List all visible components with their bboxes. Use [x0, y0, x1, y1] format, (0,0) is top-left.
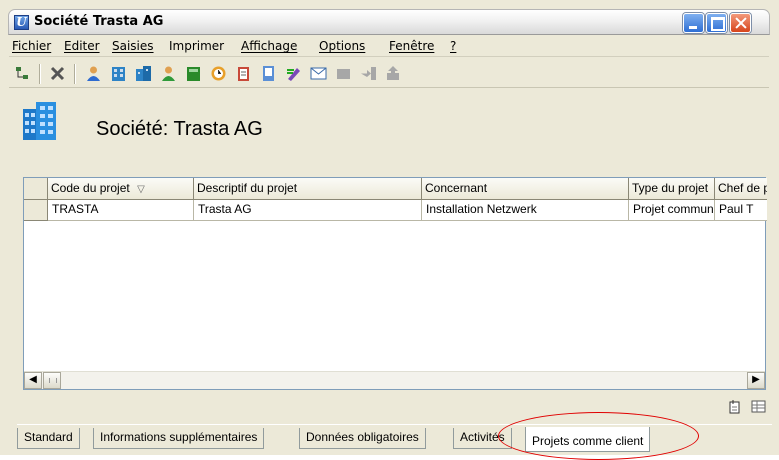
- app-icon[interactable]: U: [14, 15, 29, 30]
- horizontal-scrollbar[interactable]: ◀ ▶: [24, 371, 765, 389]
- column-header-code[interactable]: Code du projet ▽: [48, 178, 194, 200]
- disabled-box-icon[interactable]: [335, 65, 352, 82]
- scroll-left-button[interactable]: ◀: [24, 372, 42, 389]
- menu-affichage[interactable]: Affichage: [241, 39, 297, 53]
- table-cell[interactable]: Paul T: [715, 200, 767, 221]
- row-selector[interactable]: [24, 200, 48, 221]
- title-bar[interactable]: U Société Trasta AG: [8, 9, 770, 35]
- table-cell[interactable]: Projet commun: [629, 200, 715, 221]
- menu-bar: Fichier Editer Saisies Imprimer Affichag…: [9, 36, 769, 57]
- delete-icon[interactable]: [49, 65, 66, 82]
- notebook-icon[interactable]: [235, 65, 252, 82]
- pen-icon[interactable]: [285, 65, 302, 82]
- disabled-export-icon[interactable]: [385, 65, 402, 82]
- tab-projets-comme-client[interactable]: Projets comme client: [525, 427, 651, 452]
- person-icon[interactable]: [85, 65, 102, 82]
- menu-editer[interactable]: Editer: [64, 39, 100, 53]
- scroll-right-button[interactable]: ▶: [747, 372, 765, 389]
- table-view-icon[interactable]: [751, 399, 766, 414]
- minimize-button[interactable]: [683, 13, 704, 33]
- tab-donnees-obligatoires[interactable]: Données obligatoires: [299, 428, 426, 449]
- column-header-concernant[interactable]: Concernant: [422, 178, 629, 200]
- page-header: Société: Trasta AG: [9, 89, 769, 165]
- menu-help[interactable]: ?: [450, 39, 456, 53]
- tab-standard[interactable]: Standard: [17, 428, 80, 449]
- window-title: Société Trasta AG: [34, 14, 164, 29]
- tab-activites[interactable]: Activités: [453, 428, 512, 449]
- menu-imprimer[interactable]: Imprimer: [169, 39, 224, 53]
- menu-options[interactable]: Options: [319, 39, 365, 53]
- page-title: Société: Trasta AG: [96, 118, 263, 140]
- person-green-icon[interactable]: [160, 65, 177, 82]
- column-label: Code du projet: [51, 181, 130, 195]
- menu-fichier[interactable]: Fichier: [12, 39, 51, 53]
- column-header-type[interactable]: Type du projet: [629, 178, 715, 200]
- book-icon[interactable]: [185, 65, 202, 82]
- disabled-arrow-icon[interactable]: [360, 65, 377, 82]
- column-header-chef[interactable]: Chef de projet: [715, 178, 767, 200]
- bottom-tabs: Standard Informations supplémentaires Do…: [17, 424, 772, 452]
- toolbar-separator: [74, 64, 75, 84]
- tree-icon[interactable]: [14, 65, 31, 82]
- projects-table: Code du projet ▽ Descriptif du projet Co…: [23, 177, 767, 390]
- tab-informations-supplementaires[interactable]: Informations supplémentaires: [93, 428, 265, 449]
- menu-fenetre[interactable]: Fenêtre: [389, 39, 434, 53]
- clock-icon[interactable]: [210, 65, 227, 82]
- table-cell[interactable]: Installation Netzwerk: [422, 200, 629, 221]
- building-group-icon[interactable]: [135, 65, 152, 82]
- envelope-icon[interactable]: [310, 65, 327, 82]
- document-icon[interactable]: [260, 65, 277, 82]
- sort-down-icon: ▽: [137, 184, 145, 195]
- table-header: Code du projet ▽ Descriptif du projet Co…: [24, 178, 767, 200]
- scroll-thumb[interactable]: [43, 372, 61, 389]
- header-corner[interactable]: [24, 178, 48, 200]
- toolbar: [9, 58, 769, 88]
- building-icon[interactable]: [110, 65, 127, 82]
- table-cell[interactable]: TRASTA: [48, 200, 194, 221]
- maximize-button[interactable]: [706, 13, 727, 33]
- column-header-description[interactable]: Descriptif du projet: [194, 178, 422, 200]
- close-button[interactable]: [730, 13, 751, 33]
- toolbar-separator: [39, 64, 40, 84]
- table-cell[interactable]: Trasta AG: [194, 200, 422, 221]
- application-window: U Société Trasta AG Fichier Editer Saisi…: [0, 0, 779, 460]
- new-record-icon[interactable]: [727, 399, 742, 414]
- menu-saisies[interactable]: Saisies: [112, 39, 154, 53]
- building-icon: [23, 102, 56, 140]
